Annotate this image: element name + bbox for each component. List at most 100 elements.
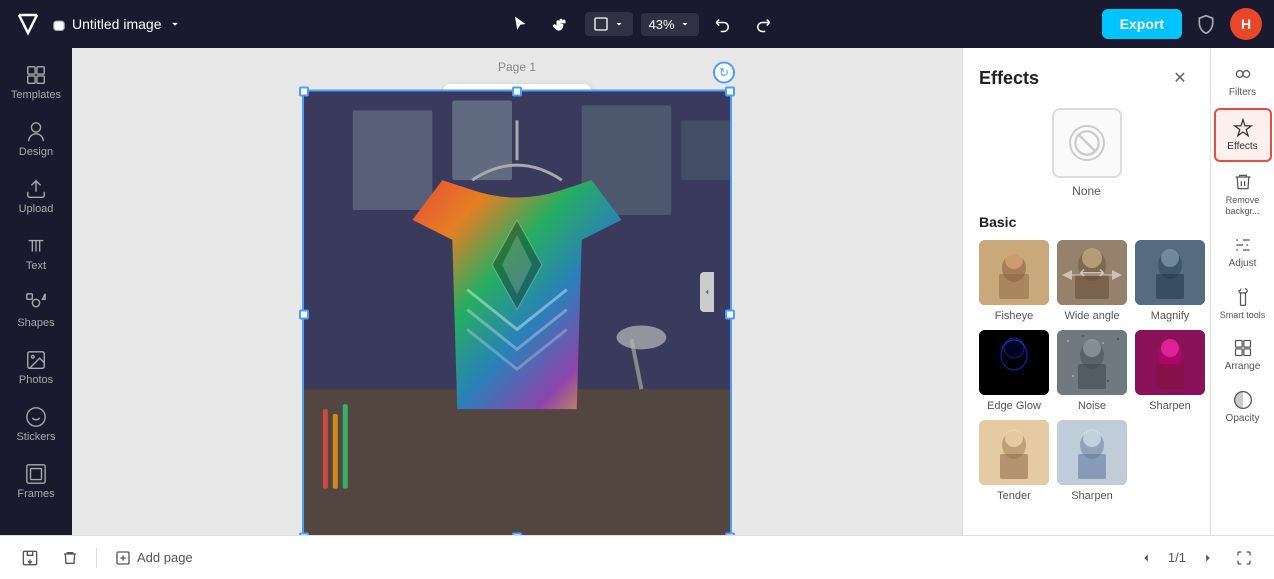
title-area[interactable]: Untitled image xyxy=(52,16,182,32)
sidebar-item-frames[interactable]: Frames xyxy=(4,455,68,508)
right-tool-arrange[interactable]: Arrange xyxy=(1214,330,1272,380)
user-avatar[interactable]: H xyxy=(1230,8,1262,40)
smart-tools-label: Smart tools xyxy=(1220,310,1266,321)
save-btn[interactable] xyxy=(16,546,44,570)
none-icon xyxy=(1069,125,1105,161)
effects-title: Effects xyxy=(979,68,1039,89)
effect-noise[interactable]: Noise xyxy=(1057,330,1127,412)
wideangle-thumb xyxy=(1057,240,1127,305)
effect-sharpen2[interactable]: Sharpen xyxy=(1057,420,1127,502)
fisheye-label: Fisheye xyxy=(995,310,1034,322)
arrange-label: Arrange xyxy=(1225,361,1261,372)
topbar-tools: 43% xyxy=(190,8,1094,40)
remove-bg-label: Remove backgr... xyxy=(1218,195,1268,217)
left-sidebar: Templates Design Upload Text xyxy=(0,48,72,535)
right-tool-smart-tools[interactable]: Smart tools xyxy=(1214,279,1272,329)
main-area: Templates Design Upload Text xyxy=(0,48,1274,535)
page-label: Page 1 xyxy=(498,60,536,74)
hand-tool-btn[interactable] xyxy=(545,8,577,40)
right-tool-filters[interactable]: Filters xyxy=(1214,56,1272,106)
bottom-bar: Add page 1/1 xyxy=(0,535,1274,579)
collapse-panel-btn[interactable] xyxy=(700,272,714,312)
effects-panel: Effects ✕ None Basic xyxy=(962,48,1210,535)
sharpen-label: Sharpen xyxy=(1149,400,1191,412)
right-sidebar: Filters Effects Remove backgr... Adjust xyxy=(1210,48,1274,535)
sidebar-label-photos: Photos xyxy=(19,374,53,386)
effect-edge-glow[interactable]: Edge Glow xyxy=(979,330,1049,412)
sidebar-label-design: Design xyxy=(19,146,53,158)
prev-page-btn[interactable] xyxy=(1132,544,1160,572)
sidebar-label-text: Text xyxy=(26,260,46,272)
canvas-area[interactable]: Page 1 xyxy=(72,48,962,535)
sidebar-label-templates: Templates xyxy=(11,89,61,101)
none-option: None xyxy=(979,108,1194,198)
basic-section-title: Basic xyxy=(979,214,1194,230)
effect-sharpen[interactable]: Sharpen xyxy=(1135,330,1205,412)
shield-icon[interactable] xyxy=(1190,8,1222,40)
effects-body: None Basic Fisheye xyxy=(963,100,1210,535)
effects-close-btn[interactable]: ✕ xyxy=(1166,64,1194,92)
sidebar-item-shapes[interactable]: Shapes xyxy=(4,284,68,337)
next-page-btn[interactable] xyxy=(1194,544,1222,572)
tender-thumb xyxy=(979,420,1049,485)
sidebar-item-templates[interactable]: Templates xyxy=(4,56,68,109)
sidebar-label-frames: Frames xyxy=(17,488,54,500)
tender-label: Tender xyxy=(997,490,1031,502)
add-page-btn[interactable]: Add page xyxy=(109,546,199,570)
redo-btn[interactable] xyxy=(747,8,779,40)
right-tool-remove-bg[interactable]: Remove backgr... xyxy=(1214,164,1272,225)
frame-select-btn[interactable] xyxy=(585,12,633,36)
export-button[interactable]: Export xyxy=(1102,9,1182,39)
right-tool-effects[interactable]: Effects xyxy=(1214,108,1272,162)
adjust-label: Adjust xyxy=(1229,258,1257,269)
undo-btn[interactable] xyxy=(707,8,739,40)
right-tool-adjust[interactable]: Adjust xyxy=(1214,227,1272,277)
sidebar-item-photos[interactable]: Photos xyxy=(4,341,68,394)
bottom-right: 1/1 xyxy=(1132,544,1258,572)
canvas-image-container[interactable]: ↻ xyxy=(302,89,732,535)
magnify-label: Magnify xyxy=(1151,310,1190,322)
zoom-level: 43% xyxy=(649,17,675,32)
sharpen2-thumb xyxy=(1057,420,1127,485)
opacity-label: Opacity xyxy=(1226,413,1260,424)
rotate-handle[interactable]: ↻ xyxy=(713,61,735,83)
effects-label: Effects xyxy=(1227,141,1257,152)
sidebar-item-design[interactable]: Design xyxy=(4,113,68,166)
fisheye-thumb xyxy=(979,240,1049,305)
canvas-image[interactable] xyxy=(302,89,732,535)
magnify-thumb xyxy=(1135,240,1205,305)
edgeglow-label: Edge Glow xyxy=(987,400,1041,412)
effect-wide-angle[interactable]: Wide angle xyxy=(1057,240,1127,322)
sidebar-label-shapes: Shapes xyxy=(17,317,54,329)
topbar: Untitled image 43% xyxy=(0,0,1274,48)
delete-btn[interactable] xyxy=(56,546,84,570)
topbar-right: Export H xyxy=(1102,8,1262,40)
app-logo[interactable] xyxy=(12,8,44,40)
sidebar-item-stickers[interactable]: Stickers xyxy=(4,398,68,451)
select-tool-btn[interactable] xyxy=(505,8,537,40)
effects-grid: Fisheye xyxy=(979,240,1194,502)
edgeglow-thumb xyxy=(979,330,1049,395)
zoom-btn[interactable]: 43% xyxy=(641,13,699,36)
sidebar-item-upload[interactable]: Upload xyxy=(4,170,68,223)
effects-header: Effects ✕ xyxy=(963,48,1210,100)
bottom-divider xyxy=(96,548,97,568)
effect-tender[interactable]: Tender xyxy=(979,420,1049,502)
effect-magnify[interactable]: Magnify xyxy=(1135,240,1205,322)
right-tool-opacity[interactable]: Opacity xyxy=(1214,382,1272,432)
add-page-label: Add page xyxy=(137,550,193,565)
document-title: Untitled image xyxy=(72,16,162,32)
sidebar-label-stickers: Stickers xyxy=(16,431,55,443)
fullscreen-btn[interactable] xyxy=(1230,544,1258,572)
filters-label: Filters xyxy=(1229,87,1256,98)
noise-thumb xyxy=(1057,330,1127,395)
noise-label: Noise xyxy=(1078,400,1106,412)
wideangle-label: Wide angle xyxy=(1064,310,1119,322)
none-label: None xyxy=(1072,184,1101,198)
effect-fisheye[interactable]: Fisheye xyxy=(979,240,1049,322)
page-counter: 1/1 xyxy=(1168,550,1186,565)
sidebar-label-upload: Upload xyxy=(19,203,54,215)
none-effect-btn[interactable] xyxy=(1052,108,1122,178)
sharpen2-label: Sharpen xyxy=(1071,490,1113,502)
sidebar-item-text[interactable]: Text xyxy=(4,227,68,280)
